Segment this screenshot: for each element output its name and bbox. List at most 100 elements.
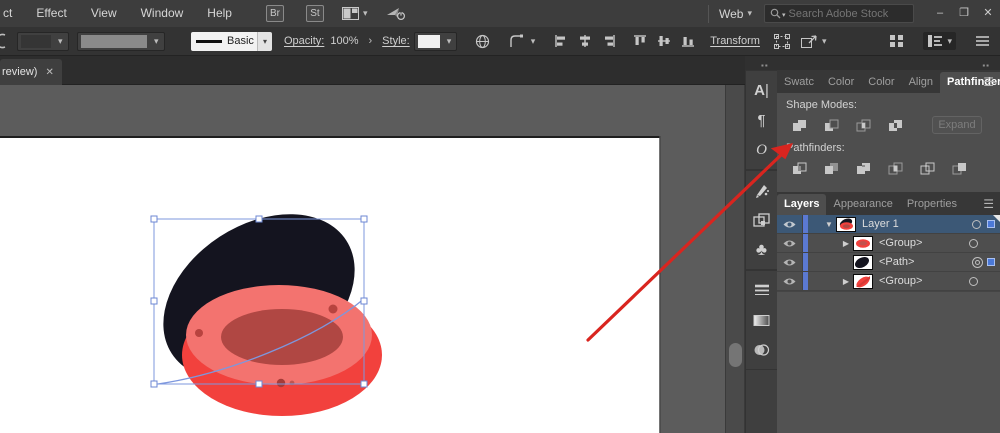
trim-button[interactable] <box>818 158 844 178</box>
fill-color-dropdown[interactable]: ▾ <box>17 32 69 51</box>
layer-name[interactable]: <Group> <box>879 275 969 287</box>
transform-label[interactable]: Transform <box>710 35 760 47</box>
tab-layers[interactable]: Layers <box>777 194 826 215</box>
align-v-center-icon[interactable] <box>657 34 671 48</box>
outline-button[interactable] <box>914 158 940 178</box>
character-panel-icon[interactable]: A| <box>746 75 777 105</box>
align-bottom-icon[interactable] <box>681 34 695 48</box>
layer-thumbnail[interactable] <box>853 274 873 289</box>
transparency-panel-icon[interactable] <box>746 335 777 365</box>
stock-button[interactable]: St <box>306 5 324 22</box>
intersect-button[interactable] <box>850 115 876 135</box>
target-circle-targeted[interactable] <box>972 257 983 268</box>
selection-indicator[interactable] <box>987 258 995 266</box>
tab-color[interactable]: Color <box>821 72 861 93</box>
target-circle[interactable] <box>969 277 978 286</box>
stroke-color-dropdown[interactable]: ▾ <box>77 32 165 51</box>
collapse-dock-icon[interactable]: ▪▪ <box>761 61 769 70</box>
align-top-icon[interactable] <box>633 34 647 48</box>
compact-powder-shape[interactable] <box>221 309 343 365</box>
tab-properties[interactable]: Properties <box>900 194 964 215</box>
layer-row-layer1[interactable]: ▼ Layer 1 <box>777 215 1000 234</box>
vertical-scrollbar[interactable] <box>725 85 745 433</box>
bridge-button[interactable]: Br <box>266 5 284 22</box>
arrange-documents-icon[interactable]: ▾ <box>342 7 368 20</box>
align-h-center-icon[interactable] <box>578 34 592 48</box>
opacity-label[interactable]: Opacity: <box>284 35 324 47</box>
opentype-panel-icon[interactable]: O <box>746 135 777 165</box>
style-dropdown[interactable]: ▾ <box>414 32 457 51</box>
style-label[interactable]: Style: <box>382 35 410 47</box>
chevron-right-icon[interactable]: › <box>369 35 373 47</box>
layer-row-group2[interactable]: ▶ <Group> <box>777 272 1000 291</box>
minus-back-button[interactable] <box>946 158 972 178</box>
tab-align[interactable]: Align <box>902 72 940 93</box>
menu-item-view[interactable]: View <box>79 0 129 27</box>
layers-list: ▼ Layer 1 ▶ <Group> <box>777 215 1000 291</box>
layer-name[interactable]: <Path> <box>879 256 972 268</box>
layer-row-path[interactable]: ▶ <Path> <box>777 253 1000 272</box>
chevron-down-icon[interactable]: ▼ <box>822 220 836 229</box>
search-scope-chevron-icon[interactable]: ▾ <box>782 11 786 19</box>
visibility-toggle[interactable] <box>777 253 803 271</box>
unite-button[interactable] <box>786 115 812 135</box>
stroke-style-dropdown[interactable]: Basic ▾ <box>191 32 272 51</box>
document-setup-icon[interactable] <box>475 34 490 49</box>
menu-item-object[interactable]: ct <box>0 0 24 27</box>
expand-button[interactable]: Expand <box>932 116 982 134</box>
panel-menu-icon[interactable]: ☰ <box>983 76 994 88</box>
minus-front-button[interactable] <box>818 115 844 135</box>
paragraph-panel-icon[interactable]: ¶ <box>746 105 777 135</box>
layer-thumbnail[interactable] <box>853 236 873 251</box>
symbols-panel-icon[interactable]: ♣ <box>746 235 777 265</box>
divide-button[interactable] <box>786 158 812 178</box>
gradient-panel-icon[interactable] <box>746 305 777 335</box>
tab-color-guide[interactable]: Color <box>861 72 901 93</box>
chevron-right-icon[interactable]: ▶ <box>839 277 853 286</box>
arrange-grid-icon[interactable] <box>889 34 904 48</box>
restore-button[interactable]: ❐ <box>952 0 976 27</box>
tab-appearance[interactable]: Appearance <box>826 194 899 215</box>
exclude-button[interactable] <box>882 115 908 135</box>
visibility-toggle[interactable] <box>777 234 803 252</box>
target-circle[interactable] <box>972 220 981 229</box>
chevron-right-icon[interactable]: ▶ <box>839 239 853 248</box>
collapse-dock-icon[interactable]: ▪▪ <box>982 61 990 70</box>
menu-item-effect[interactable]: Effect <box>24 0 78 27</box>
isolate-selection-icon[interactable]: ▾ <box>800 34 827 49</box>
menu-item-help[interactable]: Help <box>195 0 244 27</box>
canvas-area[interactable] <box>0 85 725 433</box>
brushes-panel-icon[interactable] <box>746 175 777 205</box>
layer-name[interactable]: Layer 1 <box>862 218 972 230</box>
graphic-styles-panel-icon[interactable] <box>746 205 777 235</box>
tab-swatches[interactable]: Swatc <box>777 72 821 93</box>
target-circle[interactable] <box>969 239 978 248</box>
visibility-toggle[interactable] <box>777 215 803 233</box>
close-button[interactable]: ✕ <box>976 0 1000 27</box>
visibility-toggle[interactable] <box>777 272 803 290</box>
document-tab[interactable]: review) ✕ <box>0 59 62 85</box>
layer-name[interactable]: <Group> <box>879 237 969 249</box>
layer-row-group1[interactable]: ▶ <Group> <box>777 234 1000 253</box>
search-input[interactable] <box>789 8 908 20</box>
workspace-switcher[interactable]: Web <box>719 7 743 21</box>
crop-button[interactable] <box>882 158 908 178</box>
align-left-icon[interactable] <box>554 34 568 48</box>
align-right-icon[interactable] <box>602 34 616 48</box>
layer-thumbnail[interactable] <box>853 255 873 270</box>
stroke-panel-icon[interactable] <box>746 275 777 305</box>
corner-widget-icon[interactable]: ▾ <box>509 34 536 49</box>
close-tab-icon[interactable]: ✕ <box>45 67 53 78</box>
minimize-button[interactable]: – <box>928 0 952 27</box>
panel-menu-icon[interactable]: ☰ <box>983 198 994 210</box>
search-adobe-stock-box[interactable]: ▾ <box>764 4 914 23</box>
panel-list-icon[interactable] <box>975 35 990 47</box>
merge-button[interactable] <box>850 158 876 178</box>
bounding-box-icon[interactable] <box>774 34 790 49</box>
share-icon[interactable] <box>386 6 406 21</box>
workspace-switcher-icon[interactable]: ▾ <box>923 32 956 50</box>
opacity-value[interactable]: 100% <box>330 35 358 47</box>
layer-thumbnail[interactable] <box>836 217 856 232</box>
scrollbar-thumb[interactable] <box>729 343 742 367</box>
menu-item-window[interactable]: Window <box>129 0 196 27</box>
